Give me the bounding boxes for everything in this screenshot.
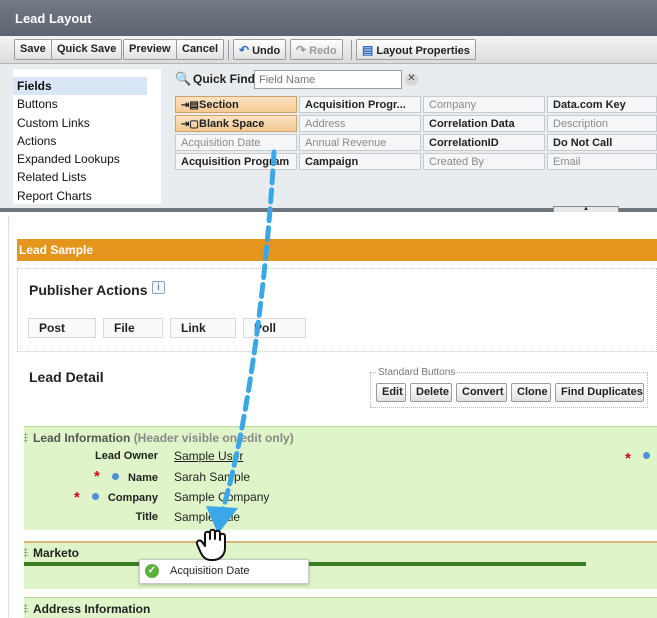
delete-button[interactable]: Delete [410,383,452,402]
clone-button[interactable]: Clone [511,383,551,402]
dragged-field[interactable]: Acquisition Date [139,559,309,584]
publisher-actions-title: Publisher Actions [29,282,148,298]
category-fields[interactable]: Fields [13,77,147,96]
drag-grip-icon[interactable] [24,604,28,614]
required-marker: * [625,450,631,467]
redo-button[interactable]: ↷ Redo [290,39,343,60]
action-link[interactable]: Link [170,318,236,338]
palette-resize-handle[interactable]: ▲ [553,206,619,212]
action-post[interactable]: Post [28,318,96,338]
field-label-title: Title [135,511,158,523]
field-palette: Fields Buttons Custom Links Actions Expa… [0,64,657,212]
convert-button[interactable]: Convert [456,383,507,402]
redo-label: Redo [309,45,337,57]
palette-field-label: Section [199,99,239,111]
field-label-company: Company [107,492,158,504]
blank-space-icon: ⇥▢ [181,119,199,130]
clear-search-icon[interactable]: ✕ [405,73,418,86]
palette-field[interactable]: Campaign [299,153,421,170]
magnifier-icon: 🔍 [175,71,192,86]
marketo-header: Marketo [33,546,80,560]
properties-icon: ▤ [362,43,374,57]
palette-field[interactable]: Correlation Data [423,115,545,132]
palette-field[interactable]: Annual Revenue [299,134,421,151]
category-expanded-lookups[interactable]: Expanded Lookups [13,150,161,168]
redo-icon: ↷ [296,43,307,57]
palette-category-list: Fields Buttons Custom Links Actions Expa… [13,69,161,204]
palette-field[interactable]: Created By [423,153,545,170]
publisher-actions-box [17,268,657,352]
section-icon: ⇥▤ [181,100,199,111]
standard-buttons-label: Standard Buttons [376,367,458,378]
palette-field[interactable]: Company [423,96,545,113]
field-label-name: Name [128,472,158,484]
category-actions[interactable]: Actions [13,132,161,150]
palette-field[interactable]: Do Not Call [547,134,657,151]
lead-detail-title: Lead Detail [29,369,104,385]
palette-field-label: Blank Space [199,118,265,130]
cancel-button[interactable]: Cancel [176,39,225,60]
undo-icon: ↶ [239,43,250,57]
section-note: (Header visible on edit only) [133,431,294,445]
action-file[interactable]: File [103,318,163,338]
field-value-title[interactable]: Sample Title [174,510,240,524]
section-title: Lead Information [33,431,131,445]
palette-field[interactable]: Address [299,115,421,132]
field-dot-icon [643,452,650,459]
toolbar: Save Quick Save Preview Cancel ↶ Undo ↷ Re… [0,36,657,64]
field-value-company[interactable]: Sample Company [174,490,269,504]
find-duplicates-button[interactable]: Find Duplicates [555,383,644,402]
drag-grip-icon[interactable] [24,433,28,443]
palette-field[interactable]: Acquisition Progr... [299,96,421,113]
info-icon[interactable]: i [152,281,165,294]
field-value-name[interactable]: Sarah Sample [174,470,250,484]
palette-field[interactable]: Email [547,153,657,170]
palette-field[interactable]: Data.com Key [547,96,657,113]
undo-label: Undo [252,45,281,57]
quick-save-button[interactable]: Quick Save [51,39,123,60]
palette-field[interactable]: Acquisition Date [175,134,297,151]
palette-field[interactable]: Description [547,115,657,132]
layout-properties-button[interactable]: ▤ Layout Properties [356,39,476,60]
category-report-charts[interactable]: Report Charts [13,187,161,204]
save-button[interactable]: Save [14,39,52,60]
quick-find-label: Quick Find [193,72,256,86]
preview-button[interactable]: Preview [123,39,177,60]
category-related-lists[interactable]: Related Lists [13,168,161,186]
layout-properties-label: Layout Properties [376,45,470,57]
lead-sample-header: Lead Sample [17,239,657,261]
toolbar-divider [228,40,229,60]
window-title: Lead Layout [0,0,657,36]
palette-field[interactable]: Acquisition Program [175,153,297,170]
action-poll[interactable]: Poll [243,318,306,338]
edit-button[interactable]: Edit [376,383,406,402]
toolbar-divider [351,40,352,60]
field-label-lead-owner: Lead Owner [95,450,158,462]
category-custom-links[interactable]: Custom Links [13,114,161,132]
palette-field-blank-space[interactable]: ⇥▢Blank Space [175,115,297,132]
undo-button[interactable]: ↶ Undo [233,39,287,60]
category-buttons[interactable]: Buttons [13,95,161,113]
palette-field-section[interactable]: ⇥▤Section [175,96,297,113]
check-icon: ✓ [145,564,159,578]
address-information-header: Address Information [33,602,151,616]
lead-information-header: Lead Information (Header visible on edit… [33,431,294,445]
palette-field[interactable]: CorrelationID [423,134,545,151]
drag-grip-icon[interactable] [24,548,28,558]
field-value-lead-owner[interactable]: Sample User [174,449,243,463]
quick-find-input[interactable] [254,70,402,89]
